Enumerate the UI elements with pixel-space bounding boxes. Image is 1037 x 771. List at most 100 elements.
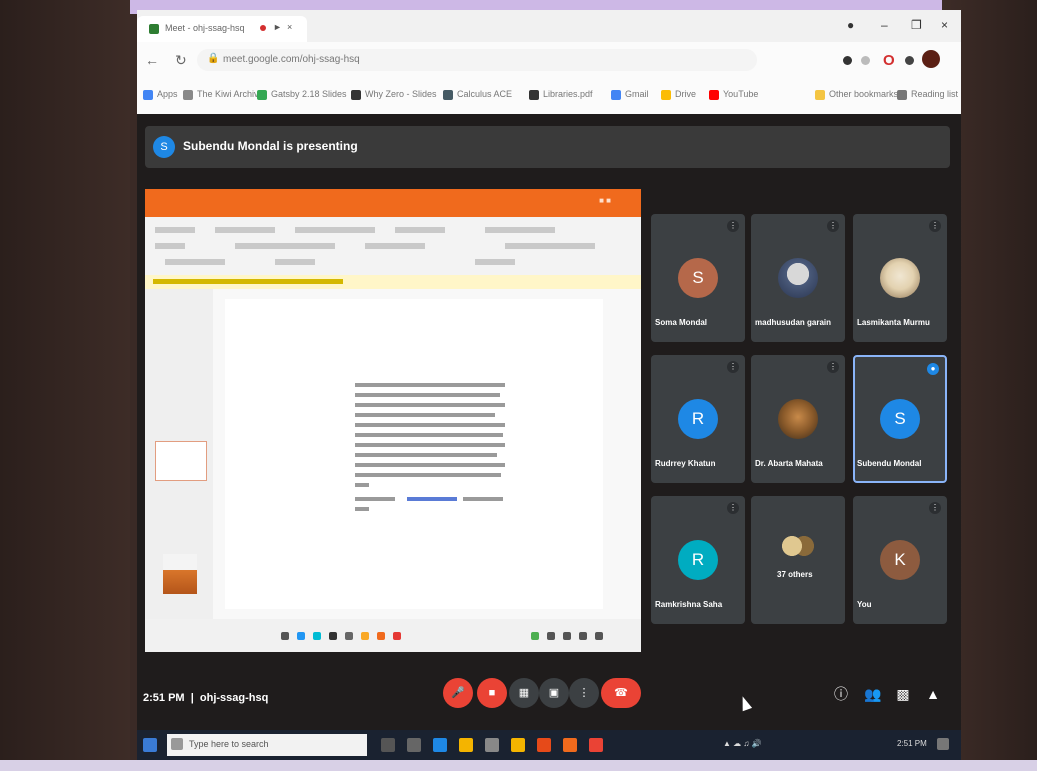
bookmark-item[interactable]: Why Zero - Slides xyxy=(351,89,437,100)
tab-close-icon[interactable]: × xyxy=(287,22,292,32)
close-window-icon[interactable]: × xyxy=(941,18,948,32)
bookmark-item[interactable]: Apps xyxy=(143,89,178,100)
extensions-icon[interactable] xyxy=(905,56,914,65)
address-bar[interactable]: 🔒 meet.google.com/ohj-ssag-hsq xyxy=(197,49,757,71)
system-tray[interactable]: ▲ ☁ ♫ 🔊 xyxy=(723,739,762,748)
speaker-icon[interactable]: ► xyxy=(273,22,282,32)
participant-name: madhusudan garain xyxy=(755,318,832,327)
powerpoint-icon[interactable] xyxy=(537,738,551,752)
search-placeholder: Type here to search xyxy=(189,739,269,749)
edge-icon[interactable] xyxy=(433,738,447,752)
mic-muted-icon: ⋮ xyxy=(929,220,941,232)
participant-name: Lasmikanta Murmu xyxy=(857,318,930,327)
mic-muted-icon: ⋮ xyxy=(827,220,839,232)
reading-list[interactable]: Reading list xyxy=(897,89,958,100)
minimize-icon[interactable]: – xyxy=(881,18,888,32)
mic-muted-icon: ⋮ xyxy=(727,361,739,373)
participant-tile-self[interactable]: ⋮ K You xyxy=(853,496,947,624)
app-icon[interactable] xyxy=(589,738,603,752)
app-icon[interactable] xyxy=(563,738,577,752)
folder-icon[interactable] xyxy=(459,738,473,752)
address-row: ← ↻ 🔒 meet.google.com/ohj-ssag-hsq O xyxy=(137,42,961,78)
participant-tile[interactable]: ⋮ Lasmikanta Murmu xyxy=(853,214,947,342)
bookmark-item[interactable]: YouTube xyxy=(709,89,758,100)
monitor-bezel-left xyxy=(0,0,130,771)
participant-name: Soma Mondal xyxy=(655,318,708,327)
mic-muted-icon: ⋮ xyxy=(827,361,839,373)
reload-icon[interactable]: ↻ xyxy=(175,52,187,69)
search-icon xyxy=(171,738,183,750)
chat-icon[interactable]: ▩ xyxy=(893,684,913,704)
avatar-photo xyxy=(880,258,920,298)
participant-name: Rudrrey Khatun xyxy=(655,459,716,468)
profile-avatar[interactable] xyxy=(922,50,940,68)
avatar: K xyxy=(880,540,920,580)
avatar: S xyxy=(678,258,718,298)
tab-meet[interactable]: Meet - ohj-ssag-hsq ► × xyxy=(137,16,307,42)
mic-muted-icon: ⋮ xyxy=(727,502,739,514)
others-tile[interactable]: 37 others xyxy=(751,496,845,624)
others-count: 37 others xyxy=(777,570,813,579)
leave-call-button[interactable]: ☎ xyxy=(601,678,641,708)
presenter-avatar: S xyxy=(153,136,175,158)
mic-muted-icon: ⋮ xyxy=(727,220,739,232)
task-view-icon[interactable] xyxy=(381,738,395,752)
star-icon[interactable] xyxy=(861,56,870,65)
powerpoint-ribbon xyxy=(145,217,641,276)
slide-thumbnail-image[interactable] xyxy=(163,554,197,594)
titlebar-controls-icon: ■ ■ xyxy=(599,196,611,205)
camera-toggle-button[interactable]: ■ xyxy=(477,678,507,708)
bookmark-folder[interactable]: Other bookmarks xyxy=(815,89,898,100)
speaking-icon: ● xyxy=(927,363,939,375)
slide-thumbnail[interactable] xyxy=(155,441,207,481)
participant-name: You xyxy=(857,600,872,609)
participant-tile[interactable]: ⋮ madhusudan garain xyxy=(751,214,845,342)
start-icon[interactable] xyxy=(143,738,157,752)
meeting-info: 2:51 PM | ohj-ssag-hsq xyxy=(143,692,269,704)
bookmark-item[interactable]: Libraries.pdf xyxy=(529,89,593,100)
taskbar-search[interactable]: Type here to search xyxy=(167,734,367,756)
bookmark-item[interactable]: Drive xyxy=(661,89,696,100)
protected-view-bar xyxy=(145,275,641,289)
powerpoint-titlebar: ■ ■ xyxy=(145,189,641,217)
restore-icon[interactable]: ❐ xyxy=(911,18,922,32)
shared-taskbar xyxy=(145,619,641,652)
bookmark-item[interactable]: The Kiwi Archive xyxy=(183,89,264,100)
participant-name: Dr. Abarta Mahata xyxy=(755,459,823,468)
people-icon[interactable]: 👥 xyxy=(863,684,883,704)
avatar-photo xyxy=(778,399,818,439)
url-text: meet.google.com/ohj-ssag-hsq xyxy=(223,54,360,65)
participant-tile-active-speaker[interactable]: ● S Subendu Mondal xyxy=(853,355,947,483)
captions-button[interactable]: ▦ xyxy=(509,678,539,708)
notifications-icon[interactable] xyxy=(937,738,949,750)
browser-window: Meet - ohj-ssag-hsq ► × ● – ❐ × ← ↻ 🔒 me… xyxy=(137,10,961,114)
activities-icon[interactable]: ▲ xyxy=(923,684,943,704)
participant-tile[interactable]: ⋮ R Rudrrey Khatun xyxy=(651,355,745,483)
bookmark-item[interactable]: Gmail xyxy=(611,89,649,100)
participant-tile[interactable]: ⋮ Dr. Abarta Mahata xyxy=(751,355,845,483)
chrome-icon[interactable] xyxy=(511,738,525,752)
participant-tile[interactable]: ⋮ S Soma Mondal xyxy=(651,214,745,342)
recording-dot-icon xyxy=(260,25,266,31)
info-icon[interactable]: ⓘ xyxy=(831,684,851,704)
tab-search-icon[interactable]: ● xyxy=(847,18,854,32)
present-button[interactable]: ▣ xyxy=(539,678,569,708)
participant-tile[interactable]: ⋮ R Ramkrishna Saha xyxy=(651,496,745,624)
opera-extension-icon[interactable]: O xyxy=(883,52,895,69)
taskbar-clock[interactable]: 2:51 PM xyxy=(897,739,927,748)
bookmark-item[interactable]: Calculus ACE xyxy=(443,89,512,100)
bookmark-item[interactable]: Gatsby 2.18 Slides xyxy=(257,89,347,100)
slide-text-block xyxy=(355,383,515,513)
avatar: S xyxy=(880,399,920,439)
file-explorer-icon[interactable] xyxy=(407,738,421,752)
participant-name: Subendu Mondal xyxy=(857,459,922,468)
store-icon[interactable] xyxy=(485,738,499,752)
more-options-button[interactable]: ⋮ xyxy=(569,678,599,708)
windows-taskbar: Type here to search ▲ ☁ ♫ 🔊 2:51 PM xyxy=(137,730,961,760)
mic-muted-icon: ⋮ xyxy=(929,502,941,514)
camera-indicator-icon[interactable] xyxy=(843,56,852,65)
avatar-photo xyxy=(778,258,818,298)
avatar: R xyxy=(678,540,718,580)
mic-toggle-button[interactable]: 🎤 xyxy=(443,678,473,708)
back-icon[interactable]: ← xyxy=(145,52,159,68)
